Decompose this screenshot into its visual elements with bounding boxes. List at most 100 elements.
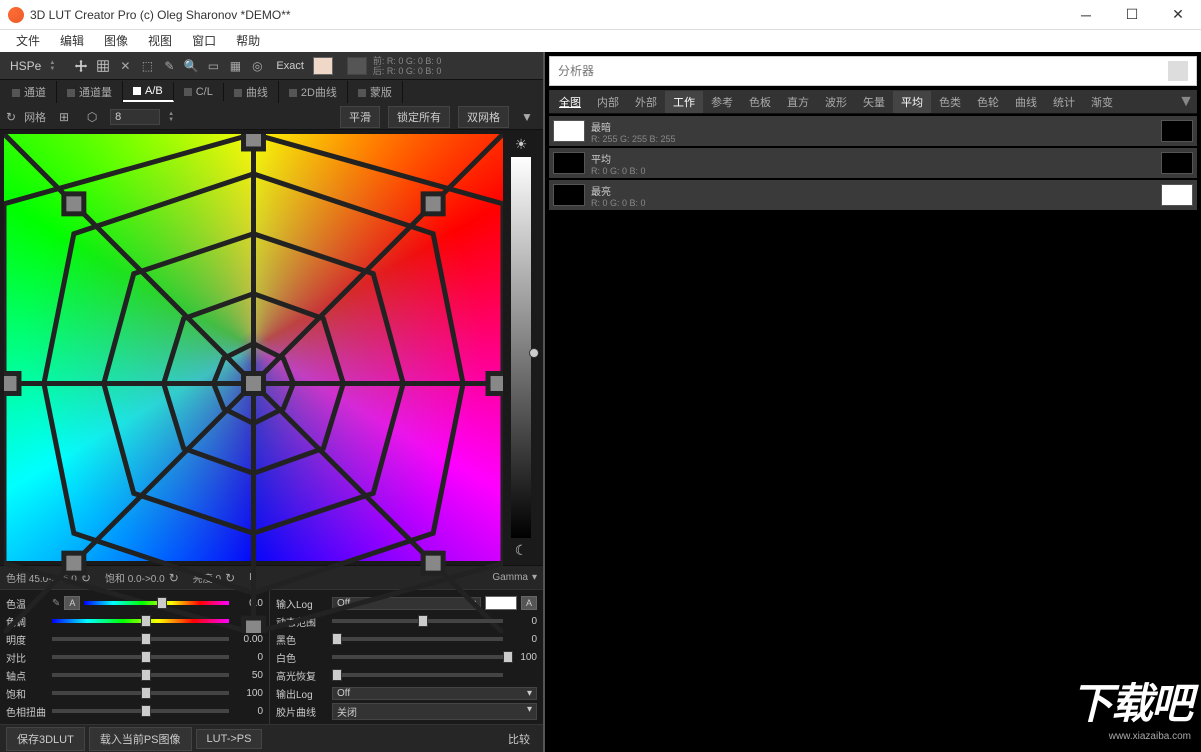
grid-type-icon[interactable]: ⊞ xyxy=(54,107,74,127)
tabs-overflow-icon[interactable]: ▼ xyxy=(1177,93,1195,111)
grid-hex-icon[interactable]: ⬡ xyxy=(82,107,102,127)
compare-button[interactable]: 比较 xyxy=(501,728,537,750)
analyzer-tab-8[interactable]: 矢量 xyxy=(855,91,893,113)
slider-track[interactable] xyxy=(52,709,229,713)
slider-track[interactable] xyxy=(332,619,503,623)
load-ps-button[interactable]: 载入当前PS图像 xyxy=(89,727,192,751)
zoom-icon[interactable]: 🔍 xyxy=(181,56,201,76)
move-icon[interactable] xyxy=(71,56,91,76)
close-button[interactable]: ✕ xyxy=(1155,0,1201,30)
slider-track[interactable] xyxy=(84,601,229,605)
tab-channel-amt[interactable]: 通道量 xyxy=(57,81,123,103)
analyzer-tab-7[interactable]: 波形 xyxy=(817,91,855,113)
item-swatch2 xyxy=(1161,152,1193,174)
grid-icon[interactable] xyxy=(93,56,113,76)
slider-track[interactable] xyxy=(52,691,229,695)
dualgrid-button[interactable]: 双网格 xyxy=(458,106,509,128)
analyzer-tab-10[interactable]: 色类 xyxy=(931,91,969,113)
slider-track[interactable] xyxy=(332,637,503,641)
color-item-2[interactable]: 最亮R: 0 G: 0 B: 0 xyxy=(549,180,1197,210)
tab-channel[interactable]: 通道 xyxy=(2,81,57,103)
tab-cl[interactable]: C/L xyxy=(174,83,224,101)
analyzer-items: 最暗R: 255 G: 255 B: 255 平均R: 0 G: 0 B: 0 … xyxy=(549,114,1197,214)
colorspace-stepper[interactable]: ▲▼ xyxy=(49,60,61,72)
refresh-icon[interactable]: ↻ xyxy=(6,110,16,124)
marquee-icon[interactable]: ⬚ xyxy=(137,56,157,76)
analyzer-tab-12[interactable]: 曲线 xyxy=(1007,91,1045,113)
slider-track[interactable] xyxy=(332,673,503,677)
item-rgb: R: 0 G: 0 B: 0 xyxy=(591,198,1155,208)
rect-icon[interactable]: ▭ xyxy=(203,56,223,76)
save-3dlut-button[interactable]: 保存3DLUT xyxy=(6,727,85,751)
analyzer-tab-13[interactable]: 统计 xyxy=(1045,91,1083,113)
analyzer-swatch[interactable] xyxy=(1168,61,1188,81)
sun-icon[interactable]: ☀ xyxy=(515,136,528,153)
moon-icon[interactable]: ☾ xyxy=(515,542,528,559)
menu-view[interactable]: 视图 xyxy=(138,30,182,52)
menu-image[interactable]: 图像 xyxy=(94,30,138,52)
grid-size-stepper[interactable]: ▲▼ xyxy=(168,111,180,123)
slider-色相扭曲: 色相扭曲0 xyxy=(6,702,263,720)
slider-label: 高光恢复 xyxy=(276,668,328,683)
slider-track[interactable] xyxy=(52,655,229,659)
analyzer-tab-3[interactable]: 工作 xyxy=(665,91,703,113)
tab-curve[interactable]: 曲线 xyxy=(224,81,279,103)
tab-ab[interactable]: A/B xyxy=(123,82,174,102)
analyzer-tab-2[interactable]: 外部 xyxy=(627,91,665,113)
color-item-0[interactable]: 最暗R: 255 G: 255 B: 255 xyxy=(549,116,1197,146)
item-rgb: R: 255 G: 255 B: 255 xyxy=(591,134,1155,144)
analyzer-tab-1[interactable]: 内部 xyxy=(589,91,627,113)
color-item-1[interactable]: 平均R: 0 G: 0 B: 0 xyxy=(549,148,1197,178)
item-swatch xyxy=(553,120,585,142)
slider-track[interactable] xyxy=(332,655,503,659)
tab-mask[interactable]: 蒙版 xyxy=(348,81,403,103)
exact-button[interactable]: Exact xyxy=(269,57,311,75)
grid2-icon[interactable]: ▦ xyxy=(225,56,245,76)
titlebar: 3D LUT Creator Pro (c) Oleg Sharonov *DE… xyxy=(0,0,1201,30)
dropdown[interactable]: 关闭 ▾ xyxy=(332,703,537,720)
item-name: 最亮 xyxy=(591,183,1155,198)
slider-track[interactable] xyxy=(52,637,229,641)
analyzer-tab-11[interactable]: 色轮 xyxy=(969,91,1007,113)
smooth-button[interactable]: 平滑 xyxy=(340,106,380,128)
tab-2dcurve[interactable]: 2D曲线 xyxy=(279,81,348,103)
item-name: 平均 xyxy=(591,151,1155,166)
lockall-button[interactable]: 锁定所有 xyxy=(388,106,450,128)
analyzer-tab-14[interactable]: 渐变 xyxy=(1083,91,1121,113)
analyzer-tab-4[interactable]: 参考 xyxy=(703,91,741,113)
colorspace-label[interactable]: HSPe xyxy=(4,59,47,73)
eyedropper-icon[interactable]: ✎ xyxy=(159,56,179,76)
menu-help[interactable]: 帮助 xyxy=(226,30,270,52)
dropdown[interactable]: Off ▾ xyxy=(332,687,537,700)
grid-size-input[interactable]: 8 xyxy=(110,109,160,125)
analyzer-tab-6[interactable]: 直方 xyxy=(779,91,817,113)
dropdown-icon[interactable]: ▼ xyxy=(517,107,537,127)
maximize-button[interactable]: ☐ xyxy=(1109,0,1155,30)
color-wheel-area: ☀ ☾ xyxy=(0,130,543,565)
slider-track[interactable] xyxy=(52,673,229,677)
slider-输出Log: 输出LogOff ▾ xyxy=(276,684,537,702)
slider-track[interactable] xyxy=(52,619,229,623)
crosshair-icon[interactable]: ✕ xyxy=(115,56,135,76)
analyzer-input[interactable] xyxy=(558,64,1168,78)
menu-edit[interactable]: 编辑 xyxy=(50,30,94,52)
color-swatch[interactable] xyxy=(313,57,333,75)
minimize-button[interactable]: ─ xyxy=(1063,0,1109,30)
target-icon[interactable]: ◎ xyxy=(247,56,267,76)
analyzer-tab-9[interactable]: 平均 xyxy=(893,91,931,113)
analyzer-tab-0[interactable]: 全图 xyxy=(551,91,589,113)
slider-label: 轴点 xyxy=(6,668,48,683)
color-wheel[interactable] xyxy=(4,134,503,561)
slider-value: 0 xyxy=(233,652,263,663)
analyzer-tab-5[interactable]: 色板 xyxy=(741,91,779,113)
slider-label: 饱和 xyxy=(6,686,48,701)
brightness-slider[interactable] xyxy=(511,157,531,538)
menu-file[interactable]: 文件 xyxy=(6,30,50,52)
item-swatch2 xyxy=(1161,120,1193,142)
menu-window[interactable]: 窗口 xyxy=(182,30,226,52)
grid-controls: ↻ 网格 ⊞ ⬡ 8 ▲▼ 平滑 锁定所有 双网格 ▼ xyxy=(0,104,543,130)
auto-button[interactable]: A xyxy=(521,596,537,610)
slider-高光恢复: 高光恢复 xyxy=(276,666,537,684)
lut-to-ps-button[interactable]: LUT->PS xyxy=(196,729,263,749)
gray-swatch xyxy=(347,57,367,75)
